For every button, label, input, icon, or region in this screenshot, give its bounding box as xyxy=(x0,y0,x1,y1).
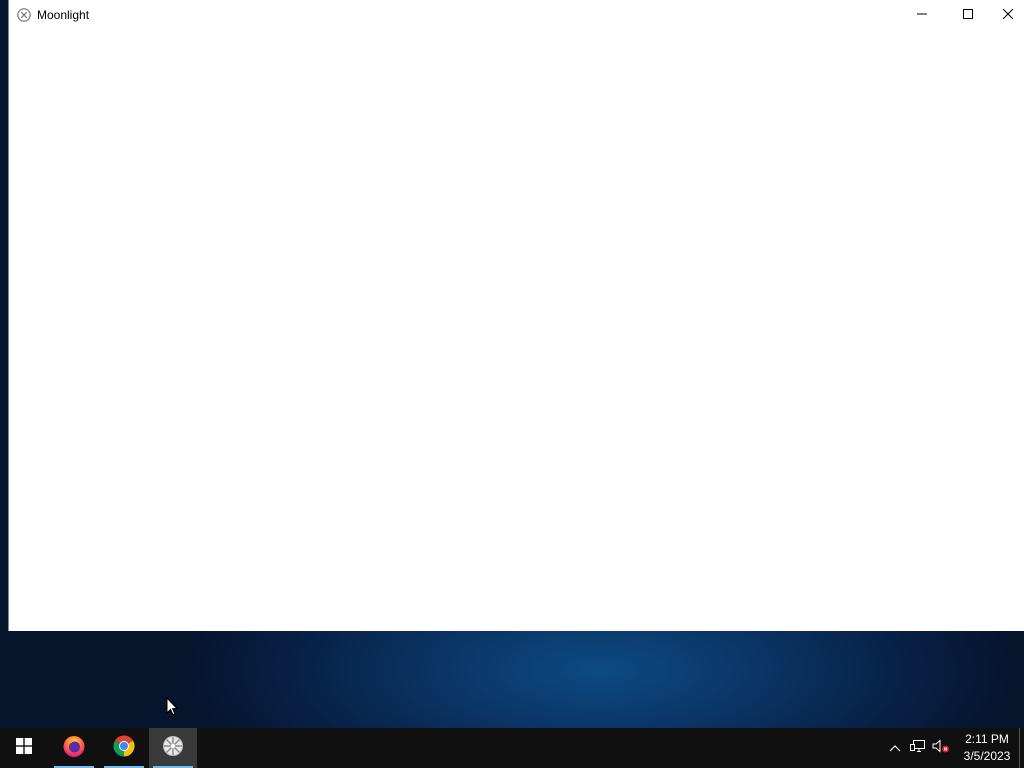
taskbar-app-firefox[interactable] xyxy=(50,728,98,768)
clock-time: 2:11 PM xyxy=(965,732,1009,746)
firefox-icon xyxy=(62,734,86,763)
volume-muted-icon xyxy=(932,738,950,758)
clock-date: 3/5/2023 xyxy=(963,749,1011,763)
minimize-button[interactable] xyxy=(899,0,945,30)
close-button[interactable] xyxy=(991,0,1024,30)
start-button[interactable] xyxy=(0,728,48,768)
moonlight-window: Moonlight xyxy=(8,0,1024,631)
moonlight-icon xyxy=(17,8,31,22)
window-titlebar[interactable]: Moonlight xyxy=(9,0,1024,30)
windows-logo-icon xyxy=(16,737,32,759)
taskbar-app-moonlight[interactable] xyxy=(149,728,197,768)
mouse-cursor-icon xyxy=(166,696,179,716)
close-icon xyxy=(1002,6,1014,24)
network-button[interactable] xyxy=(910,739,926,758)
show-desktop-button[interactable] xyxy=(1019,728,1024,768)
window-client-area[interactable] xyxy=(9,30,1024,631)
moonlight-icon xyxy=(162,735,184,762)
maximize-button[interactable] xyxy=(945,0,991,30)
show-hidden-icons-button[interactable] xyxy=(887,740,903,756)
maximize-icon xyxy=(963,6,973,24)
window-title: Moonlight xyxy=(37,8,90,22)
minimize-icon xyxy=(917,6,927,24)
network-icon xyxy=(910,739,926,758)
desktop: Moonlight 2:11 PM 3/5/2023 xyxy=(0,0,1024,768)
volume-button[interactable] xyxy=(932,738,950,758)
chrome-icon xyxy=(112,734,136,763)
chevron-up-icon xyxy=(889,739,901,757)
taskbar-app-chrome[interactable] xyxy=(100,728,148,768)
system-clock[interactable]: 2:11 PM 3/5/2023 xyxy=(958,731,1016,765)
taskbar: 2:11 PM 3/5/2023 xyxy=(0,728,1024,768)
